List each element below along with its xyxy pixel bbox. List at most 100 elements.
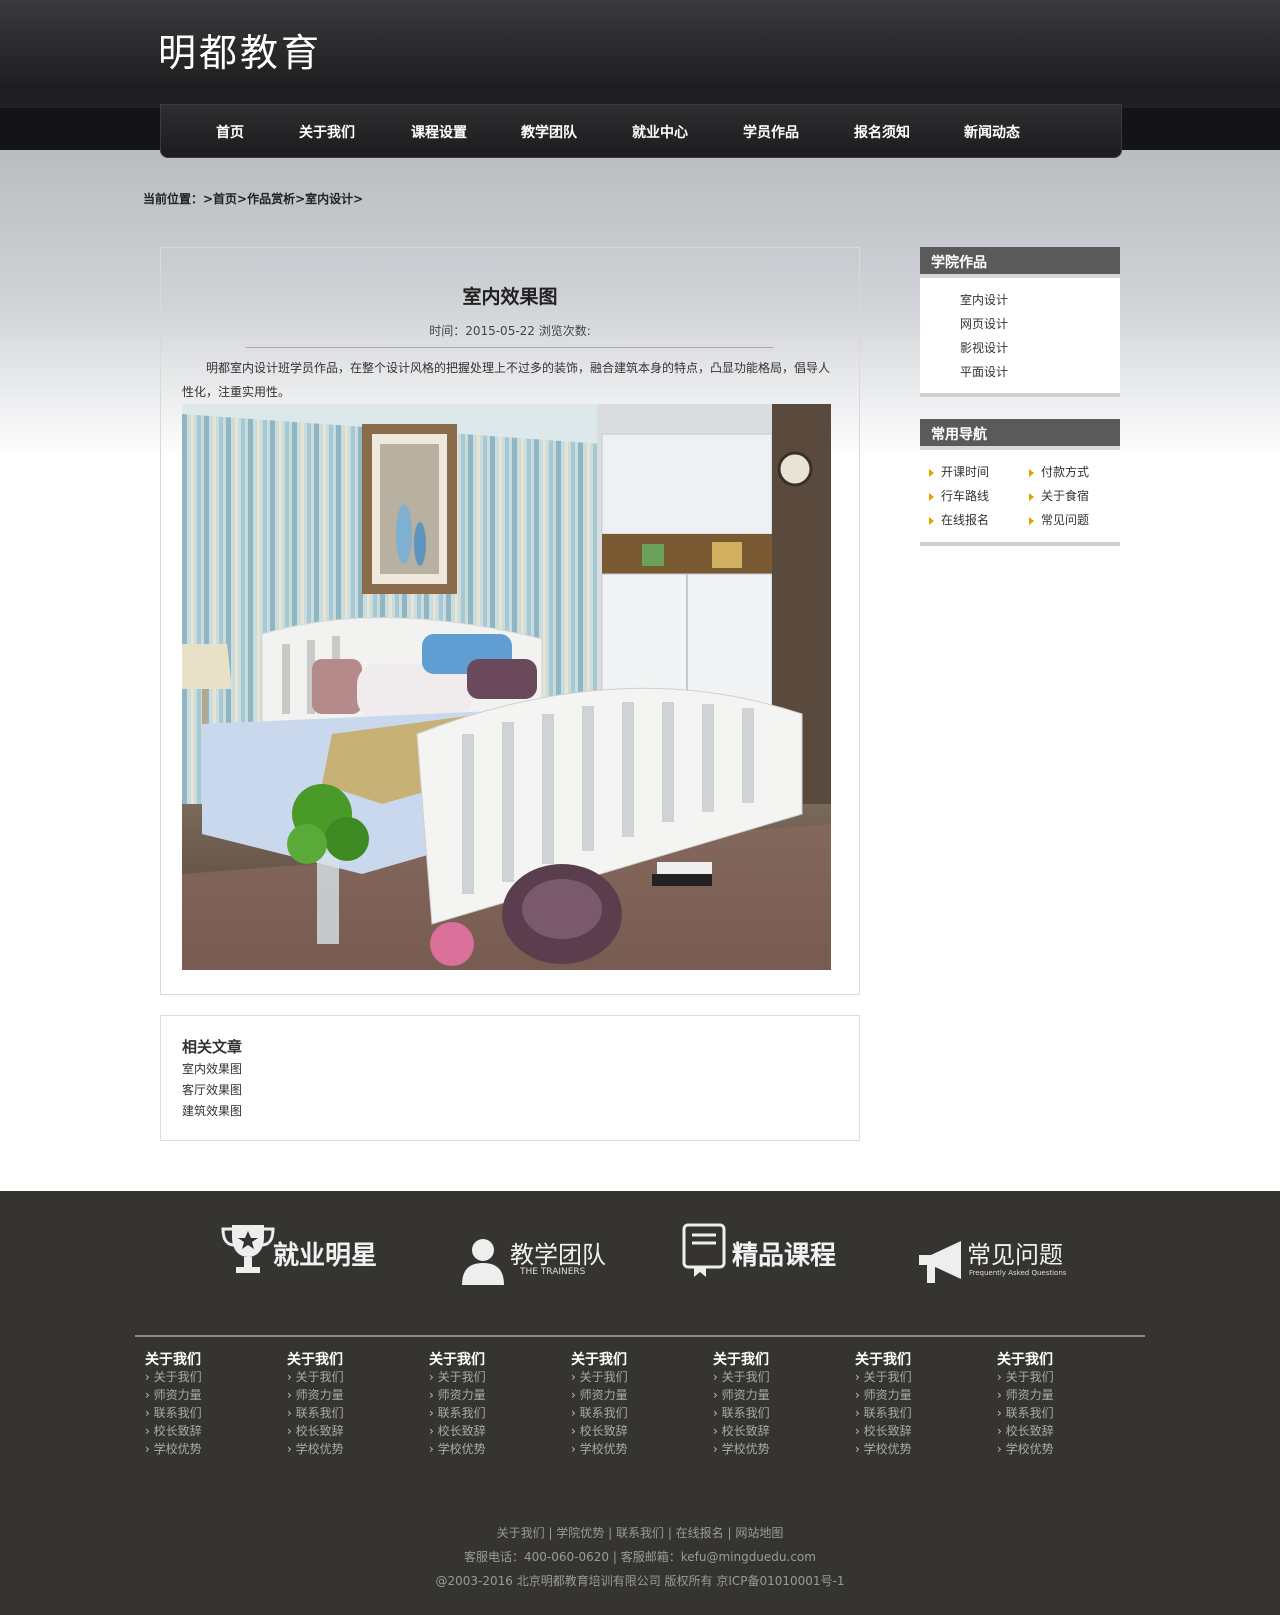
footer-link[interactable]: 联系我们 (571, 1404, 691, 1422)
footer-bottom-link[interactable]: 联系我们 (616, 1526, 664, 1540)
related-link[interactable]: 建筑效果图 (182, 1102, 242, 1119)
footer-link[interactable]: 联系我们 (145, 1404, 265, 1422)
footer-column: 关于我们 关于我们 师资力量 联系我们 校长致辞 学校优势 (855, 1349, 975, 1458)
nav-item-home[interactable]: 首页 (216, 122, 244, 142)
feature-teaching-team[interactable]: 教学团队 THE TRAINERS (460, 1221, 620, 1291)
footer-link[interactable]: 学校优势 (145, 1440, 265, 1458)
nav-item-works[interactable]: 学员作品 (743, 122, 799, 142)
footer-link[interactable]: 校长致辞 (145, 1422, 265, 1440)
article-description: 明都室内设计班学员作品，在整个设计风格的把握处理上不过多的装饰，融合建筑本身的特… (182, 361, 831, 399)
footer-link[interactable]: 关于我们 (287, 1368, 407, 1386)
article-meta: 时间：2015-05-22 浏览次数: (429, 324, 591, 338)
megaphone-icon (919, 1241, 961, 1283)
nav-item-news[interactable]: 新闻动态 (964, 122, 1020, 142)
footer-link[interactable]: 学校优势 (429, 1440, 549, 1458)
footer-divider (135, 1335, 1145, 1337)
footer-link[interactable]: 师资力量 (855, 1386, 975, 1404)
footer-column: 关于我们 关于我们 师资力量 联系我们 校长致辞 学校优势 (713, 1349, 833, 1458)
footer-link[interactable]: 关于我们 (713, 1368, 833, 1386)
article-title: 室内效果图 (462, 286, 558, 308)
footer-bottom-link[interactable]: 在线报名 (676, 1526, 724, 1540)
footer-link[interactable]: 校长致辞 (287, 1422, 407, 1440)
footer-link[interactable]: 关于我们 (997, 1368, 1117, 1386)
footer-link[interactable]: 学校优势 (571, 1440, 691, 1458)
footer-link[interactable]: 校长致辞 (429, 1422, 549, 1440)
person-icon (462, 1239, 504, 1285)
feature-faq[interactable]: 常见问题 Frequently Asked Questions (917, 1221, 1087, 1291)
nav-item-courses[interactable]: 课程设置 (411, 122, 467, 142)
footer-link[interactable]: 联系我们 (287, 1404, 407, 1422)
nav-item-about[interactable]: 关于我们 (299, 122, 355, 142)
divider (246, 347, 774, 348)
footer-column: 关于我们 关于我们 师资力量 联系我们 校长致辞 学校优势 (997, 1349, 1117, 1458)
footer-link[interactable]: 校长致辞 (997, 1422, 1117, 1440)
nav-item-enroll[interactable]: 报名须知 (854, 122, 910, 142)
feature-sub: Frequently Asked Questions (969, 1269, 1067, 1277)
nav-item-team[interactable]: 教学团队 (521, 122, 577, 142)
footer-link[interactable]: 学校优势 (287, 1440, 407, 1458)
footer-contact: 客服电话：400-060-0620 | 客服邮箱：kefu@mingduedu.… (464, 1550, 816, 1564)
footer-column-title: 关于我们 (429, 1352, 485, 1368)
footer-link[interactable]: 联系我们 (997, 1404, 1117, 1422)
footer-link[interactable]: 校长致辞 (571, 1422, 691, 1440)
footer-link[interactable]: 关于我们 (145, 1368, 265, 1386)
sidebar-item-interior[interactable]: 室内设计 (960, 291, 1008, 308)
footer-bottom-link[interactable]: 学院优势 (556, 1526, 604, 1540)
related-link[interactable]: 室内效果图 (182, 1060, 242, 1077)
related-title: 相关文章 (182, 1038, 243, 1056)
footer-link[interactable]: 联系我们 (713, 1404, 833, 1422)
footer-link[interactable]: 师资力量 (429, 1386, 549, 1404)
breadcrumb[interactable]: 当前位置：>首页>作品赏析>室内设计> (143, 190, 363, 207)
footer-link[interactable]: 关于我们 (429, 1368, 549, 1386)
footer-bottom-link[interactable]: 网站地图 (735, 1526, 783, 1540)
nav-item-career[interactable]: 就业中心 (632, 122, 688, 142)
sidebar-item-graphic[interactable]: 平面设计 (960, 363, 1008, 380)
sidebar-link-faq[interactable]: 常见问题 (1029, 511, 1089, 528)
related-link[interactable]: 客厅效果图 (182, 1081, 242, 1098)
footer-link[interactable]: 师资力量 (571, 1386, 691, 1404)
footer-column: 关于我们 关于我们 师资力量 联系我们 校长致辞 学校优势 (429, 1349, 549, 1458)
footer-column: 关于我们 关于我们 师资力量 联系我们 校长致辞 学校优势 (287, 1349, 407, 1458)
footer-column-title: 关于我们 (287, 1352, 343, 1368)
site-logo[interactable]: 明都教育 (158, 22, 322, 77)
footer-bottom-link[interactable]: 关于我们 (497, 1526, 545, 1540)
feature-quality-courses[interactable]: 精品课程 (680, 1221, 850, 1291)
footer-link[interactable]: 师资力量 (145, 1386, 265, 1404)
footer-column: 关于我们 关于我们 师资力量 联系我们 校长致辞 学校优势 (571, 1349, 691, 1458)
feature-label: 常见问题 (967, 1241, 1063, 1269)
footer-link[interactable]: 校长致辞 (855, 1422, 975, 1440)
footer-link[interactable]: 学校优势 (713, 1440, 833, 1458)
sidebar-item-film[interactable]: 影视设计 (960, 339, 1008, 356)
footer-link[interactable]: 学校优势 (997, 1440, 1117, 1458)
article-image (182, 404, 831, 970)
sidebar-item-web[interactable]: 网页设计 (960, 315, 1008, 332)
footer-column-title: 关于我们 (855, 1352, 911, 1368)
sidebar-link-signup[interactable]: 在线报名 (929, 511, 989, 528)
sidebar-link-lodging[interactable]: 关于食宿 (1029, 487, 1089, 504)
sidebar-link-route[interactable]: 行车路线 (929, 487, 989, 504)
footer-link[interactable]: 校长致辞 (713, 1422, 833, 1440)
sidebar-nav: 常用导航 开课时间 付款方式 行车路线 关于食宿 在线报名 常见问题 (920, 419, 1120, 546)
feature-label: 教学团队 (510, 1241, 606, 1269)
footer-bottom-links: 关于我们 | 学院优势 | 联系我们 | 在线报名 | 网站地图 (496, 1526, 784, 1540)
sidebar-link-schedule[interactable]: 开课时间 (929, 463, 989, 480)
footer-link[interactable]: 联系我们 (855, 1404, 975, 1422)
footer-link[interactable]: 师资力量 (287, 1386, 407, 1404)
footer-link[interactable]: 关于我们 (855, 1368, 975, 1386)
footer-link[interactable]: 师资力量 (713, 1386, 833, 1404)
site-footer: 就业明星 教学团队 THE TRAINERS 精品课程 常见问题 Frequen… (0, 1191, 1280, 1615)
related-articles: 相关文章 室内效果图 客厅效果图 建筑效果图 (160, 1015, 860, 1141)
footer-column-title: 关于我们 (571, 1352, 627, 1368)
footer-link[interactable]: 联系我们 (429, 1404, 549, 1422)
footer-column-title: 关于我们 (145, 1352, 201, 1368)
footer-link[interactable]: 关于我们 (571, 1368, 691, 1386)
feature-career-stars[interactable]: 就业明星 (218, 1221, 388, 1291)
footer-copyright: @2003-2016 北京明都教育培训有限公司 版权所有 京ICP备010100… (435, 1574, 845, 1588)
sidebar-nav-title: 常用导航 (920, 419, 1120, 450)
footer-link[interactable]: 学校优势 (855, 1440, 975, 1458)
footer-column-title: 关于我们 (713, 1352, 769, 1368)
feature-sub: THE TRAINERS (520, 1267, 586, 1277)
footer-link[interactable]: 师资力量 (997, 1386, 1117, 1404)
footer-column-title: 关于我们 (997, 1352, 1053, 1368)
sidebar-link-payment[interactable]: 付款方式 (1029, 463, 1089, 480)
